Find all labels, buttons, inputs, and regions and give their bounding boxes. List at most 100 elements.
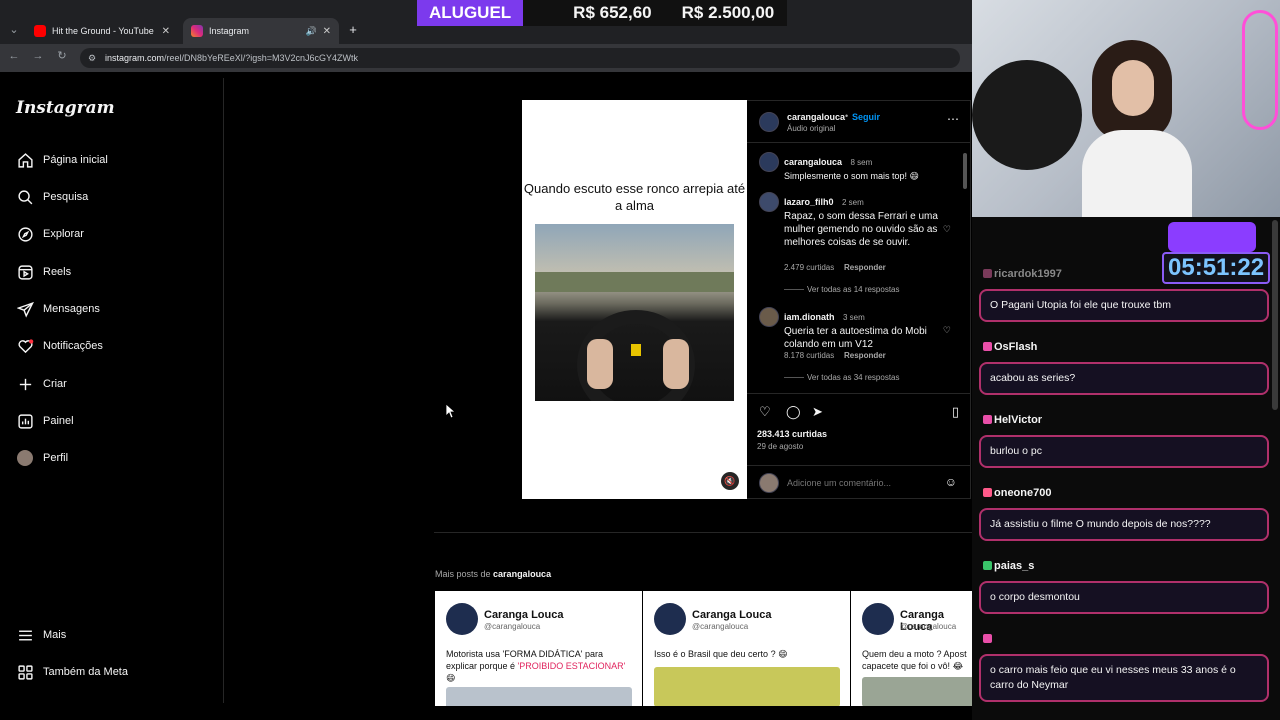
new-tab-button[interactable]: +	[345, 22, 361, 38]
nav-label: Notificações	[43, 340, 103, 352]
more-post-card[interactable]: Caranga Louca @carangalouca Motorista us…	[435, 591, 642, 706]
card-handle: @carangalouca	[900, 622, 957, 631]
more-posts-author[interactable]: carangalouca	[493, 569, 551, 579]
comment-input[interactable]	[787, 475, 927, 491]
nav-label: Criar	[43, 378, 67, 390]
author-name[interactable]: carangalouca	[787, 112, 845, 122]
card-avatar	[446, 603, 478, 635]
view-replies-button[interactable]: Ver todas as 14 respostas	[807, 285, 900, 294]
chat-scrollbar[interactable]	[1272, 220, 1278, 410]
instagram-sidebar: Instagram Página inicial Pesquisa Explor…	[0, 78, 224, 703]
rent-banner: ALUGUEL R$ 652,60 R$ 2.500,00	[417, 0, 787, 26]
nav-dashboard[interactable]: Painel	[16, 409, 74, 433]
view-replies-button[interactable]: Ver todas as 34 respostas	[807, 373, 900, 382]
commenter-name[interactable]: iam.dionath	[784, 312, 835, 322]
commenter-name[interactable]: lazaro_filh0	[784, 197, 834, 207]
post-likes[interactable]: 283.413 curtidas	[757, 429, 827, 439]
like-comment-icon[interactable]: ♡	[943, 224, 951, 235]
author-avatar[interactable]	[759, 112, 779, 132]
close-icon[interactable]: ✕	[323, 26, 331, 37]
comment-time: 8 sem	[850, 158, 873, 167]
more-post-card[interactable]: Caranga Louca @carangalouca Quem deu a m…	[851, 591, 972, 706]
mouse-cursor-icon	[446, 404, 455, 418]
like-icon[interactable]: ♡	[759, 404, 771, 420]
car-interior-video[interactable]	[535, 224, 734, 401]
comments-scroll-thumb[interactable]	[963, 153, 967, 189]
home-icon	[16, 151, 34, 169]
reel-video[interactable]: Quando escuto esse ronco arrepia até a a…	[522, 100, 747, 499]
nav-more[interactable]: Mais	[16, 623, 66, 647]
reply-button[interactable]: Responder	[844, 351, 886, 360]
tab-youtube[interactable]: Hit the Ground - YouTube ✕	[26, 18, 178, 44]
commenter-avatar[interactable]	[759, 307, 779, 327]
comment-likes[interactable]: 8.178 curtidas	[784, 351, 834, 360]
nav-also-from-meta[interactable]: Também da Meta	[16, 660, 128, 684]
chat-username: ricardok1997	[983, 268, 1062, 280]
tab-instagram[interactable]: Instagram 🔊 ✕	[183, 18, 339, 44]
dot-separator: •	[845, 111, 849, 121]
rent-value-paid: R$ 652,60	[573, 3, 652, 22]
post-header: carangalouca • Seguir Áudio original ⋯	[747, 101, 971, 143]
reply-button[interactable]: Responder	[844, 263, 886, 272]
chat-message: O Pagani Utopia foi ele que trouxe tbm	[979, 289, 1269, 322]
commenter-avatar[interactable]	[759, 152, 779, 172]
instagram-icon	[191, 25, 203, 37]
share-icon[interactable]: ➤	[812, 404, 823, 420]
url-host: instagram.com	[105, 53, 165, 63]
reload-icon[interactable]: ↻	[54, 48, 70, 64]
nav-reels[interactable]: Reels	[16, 260, 71, 284]
streamer-face	[1112, 60, 1154, 116]
webcam-feed	[972, 0, 1280, 217]
nav-messages[interactable]: Mensagens	[16, 297, 100, 321]
emoji-icon[interactable]: ☺	[945, 475, 957, 489]
tab-search-chevron-icon[interactable]: ⌄	[6, 22, 22, 38]
nav-label: Explorar	[43, 228, 84, 240]
card-text: Motorista usa 'FORMA DIDÁTICA' para expl…	[446, 649, 626, 683]
chat-message: Já assistiu o filme O mundo depois de no…	[979, 508, 1269, 541]
comment-time: 3 sem	[842, 313, 865, 322]
nav-home[interactable]: Página inicial	[16, 148, 108, 172]
send-icon	[16, 300, 34, 318]
mute-button[interactable]: 🔇	[721, 472, 739, 490]
road-scene	[535, 272, 734, 292]
commenter-avatar[interactable]	[759, 192, 779, 212]
chat-message: o corpo desmontou	[979, 581, 1269, 614]
tab-title: Hit the Ground - YouTube	[52, 26, 154, 36]
url-input[interactable]: ⚙ instagram.com/reel/DN8bYeREeXl/?igsh=M…	[80, 48, 960, 68]
like-comment-icon[interactable]: ♡	[943, 325, 951, 336]
instagram-logo[interactable]: Instagram	[16, 98, 115, 118]
chat-username: HelVictor	[983, 414, 1042, 426]
post-date: 29 de agosto	[757, 442, 804, 451]
more-posts-title: Mais posts de carangalouca	[435, 569, 551, 579]
more-post-card[interactable]: Caranga Louca @carangalouca Isso é o Bra…	[643, 591, 850, 706]
left-hand	[587, 339, 613, 389]
nav-create[interactable]: Criar	[16, 372, 67, 396]
close-icon[interactable]: ✕	[162, 26, 170, 37]
forward-icon[interactable]: →	[30, 48, 46, 64]
chart-icon	[16, 412, 34, 430]
speaker-icon[interactable]: 🔊	[306, 26, 317, 37]
my-avatar	[759, 473, 779, 493]
follow-button[interactable]: Seguir	[852, 112, 880, 122]
site-info-icon[interactable]: ⚙	[88, 48, 96, 68]
nav-label: Mensagens	[43, 303, 100, 315]
back-icon[interactable]: ←	[6, 48, 22, 64]
card-avatar	[654, 603, 686, 635]
nav-explore[interactable]: Explorar	[16, 222, 84, 246]
audio-label[interactable]: Áudio original	[787, 124, 835, 133]
avatar-icon	[16, 449, 34, 467]
nav-profile[interactable]: Perfil	[16, 446, 68, 470]
comment-icon[interactable]: ◯	[786, 404, 801, 420]
commenter-name[interactable]: carangalouca	[784, 157, 842, 167]
nav-search[interactable]: Pesquisa	[16, 185, 88, 209]
more-options-icon[interactable]: ⋯	[947, 112, 959, 126]
chat-message: acabou as series?	[979, 362, 1269, 395]
nav-notifications[interactable]: Notificações	[16, 334, 103, 358]
reel-caption: Quando escuto esse ronco arrepia até a a…	[523, 181, 746, 213]
card-handle: @carangalouca	[484, 622, 541, 631]
comment-likes[interactable]: 2.479 curtidas	[784, 263, 834, 272]
save-icon[interactable]: ▯	[952, 404, 959, 420]
replies-line	[784, 289, 804, 290]
stream-timer: 05:51:22	[1162, 252, 1271, 284]
nav-label: Página inicial	[43, 154, 108, 166]
